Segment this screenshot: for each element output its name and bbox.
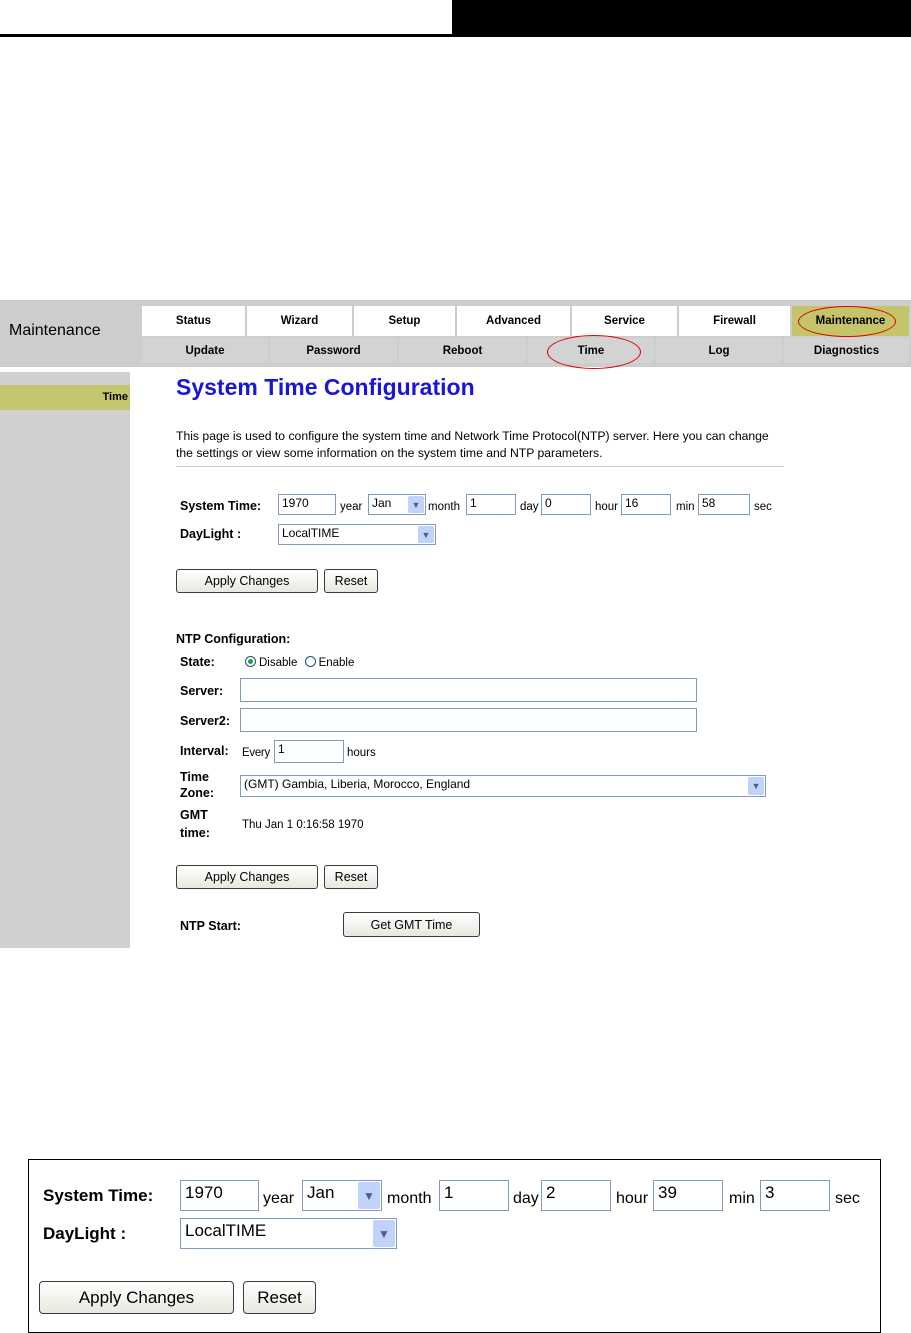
month-select-value: Jan	[372, 496, 392, 510]
enable-radio-label: Enable	[318, 657, 355, 669]
subtab-update[interactable]: Update	[142, 338, 270, 363]
detail-day-unit: day	[513, 1190, 539, 1207]
subtab-reboot[interactable]: Reboot	[399, 338, 528, 363]
section-title: Maintenance	[9, 322, 101, 339]
detail-hour-input[interactable]: 2	[541, 1180, 611, 1211]
daylight-label: DayLight :	[180, 527, 242, 541]
timezone-label-line1: Time	[180, 770, 209, 784]
detail-month-unit: month	[387, 1190, 432, 1207]
server2-label: Server2:	[180, 714, 231, 728]
gmt-label-line1: GMT	[180, 808, 208, 822]
ntp-start-label: NTP Start:	[180, 919, 241, 933]
chevron-down-icon[interactable]: ▼	[408, 496, 424, 513]
detail-apply-changes-button[interactable]: Apply Changes	[39, 1281, 234, 1314]
divider	[176, 466, 784, 467]
subtab-time[interactable]: Time	[528, 338, 656, 363]
detail-min-input[interactable]: 39	[653, 1180, 723, 1211]
timezone-select-value: (GMT) Gambia, Liberia, Morocco, England	[244, 777, 471, 791]
tab-service[interactable]: Service	[572, 306, 679, 336]
subtab-diagnostics[interactable]: Diagnostics	[784, 338, 909, 363]
server2-input[interactable]	[240, 708, 697, 732]
get-gmt-time-button[interactable]: Get GMT Time	[343, 912, 480, 937]
ntp-heading: NTP Configuration:	[176, 632, 291, 646]
tab-status[interactable]: Status	[142, 306, 247, 336]
min-unit: min	[676, 501, 695, 513]
min-input[interactable]: 16	[621, 494, 671, 515]
top-tabs: Status Wizard Setup Advanced Service Fir…	[142, 306, 909, 336]
sidebar	[0, 372, 130, 948]
apply-changes-button[interactable]: Apply Changes	[176, 569, 318, 593]
detail-day-input[interactable]: 1	[439, 1180, 509, 1211]
sec-input[interactable]: 58	[698, 494, 750, 515]
sec-unit: sec	[754, 501, 772, 513]
subtab-password[interactable]: Password	[270, 338, 399, 363]
disable-radio[interactable]	[245, 656, 256, 667]
tab-advanced[interactable]: Advanced	[457, 306, 572, 336]
page-description: This page is used to configure the syste…	[176, 429, 769, 460]
reset-button[interactable]: Reset	[324, 569, 378, 593]
detail-month-value: Jan	[307, 1183, 335, 1202]
detail-min-unit: min	[729, 1190, 755, 1207]
detail-sec-unit: sec	[835, 1190, 860, 1207]
year-input[interactable]: 1970	[278, 494, 336, 515]
gmt-label-line2: time:	[180, 826, 210, 840]
system-time-detail: System Time: 1970 year Jan ▼ month 1 day…	[28, 1159, 881, 1333]
chevron-down-icon[interactable]: ▼	[748, 777, 764, 795]
sub-tabs: Update Password Reboot Time Log Diagnost…	[142, 338, 909, 363]
detail-year-input[interactable]: 1970	[180, 1180, 259, 1211]
detail-daylight-select[interactable]: LocalTIME ▼	[180, 1218, 397, 1249]
daylight-select-value: LocalTIME	[282, 526, 340, 540]
month-unit: month	[428, 501, 460, 513]
year-unit: year	[340, 501, 363, 513]
timezone-select[interactable]: (GMT) Gambia, Liberia, Morocco, England …	[240, 775, 766, 797]
month-select[interactable]: Jan ▼	[368, 494, 426, 515]
disable-radio-label: Disable	[259, 657, 298, 669]
detail-month-select[interactable]: Jan ▼	[302, 1180, 382, 1211]
day-input[interactable]: 1	[466, 494, 516, 515]
ntp-apply-changes-button[interactable]: Apply Changes	[176, 865, 318, 889]
detail-daylight-label: DayLight :	[43, 1224, 127, 1243]
hour-unit: hour	[595, 501, 619, 513]
sidebar-item-time[interactable]: Time	[0, 385, 130, 410]
tab-firewall[interactable]: Firewall	[679, 306, 792, 336]
detail-system-time-label: System Time:	[43, 1186, 154, 1205]
interval-input[interactable]: 1	[274, 740, 344, 763]
hour-input[interactable]: 0	[541, 494, 591, 515]
enable-radio[interactable]	[304, 656, 316, 667]
gmt-time-value: Thu Jan 1 0:16:58 1970	[242, 819, 364, 831]
detail-year-unit: year	[263, 1190, 295, 1207]
header-black-bar	[452, 0, 911, 37]
chevron-down-icon[interactable]: ▼	[373, 1220, 395, 1247]
state-radio-group: Disable Enable	[245, 656, 354, 669]
page-title: System Time Configuration	[176, 374, 475, 400]
chevron-down-icon[interactable]: ▼	[418, 526, 434, 543]
tab-setup[interactable]: Setup	[354, 306, 457, 336]
chevron-down-icon[interactable]: ▼	[358, 1182, 380, 1209]
detail-reset-button[interactable]: Reset	[243, 1281, 316, 1314]
detail-hour-unit: hour	[616, 1190, 649, 1207]
day-unit: day	[520, 501, 539, 513]
detail-sec-input[interactable]: 3	[760, 1180, 830, 1211]
timezone-label-line2: Zone:	[180, 786, 215, 800]
tab-maintenance[interactable]: Maintenance	[792, 306, 909, 336]
tab-wizard[interactable]: Wizard	[247, 306, 354, 336]
header-rule	[0, 34, 452, 37]
server-label: Server:	[180, 684, 224, 698]
subtab-log[interactable]: Log	[656, 338, 784, 363]
state-label: State:	[180, 655, 215, 669]
system-time-label: System Time:	[180, 499, 262, 513]
detail-daylight-value: LocalTIME	[185, 1221, 267, 1240]
interval-label: Interval:	[180, 744, 229, 758]
router-screenshot: Maintenance Status Wizard Setup Advanced…	[0, 300, 911, 948]
interval-prefix: Every	[242, 747, 270, 759]
interval-unit: hours	[347, 747, 376, 759]
daylight-select[interactable]: LocalTIME ▼	[278, 524, 436, 545]
server-input[interactable]	[240, 678, 697, 702]
ntp-reset-button[interactable]: Reset	[324, 865, 378, 889]
